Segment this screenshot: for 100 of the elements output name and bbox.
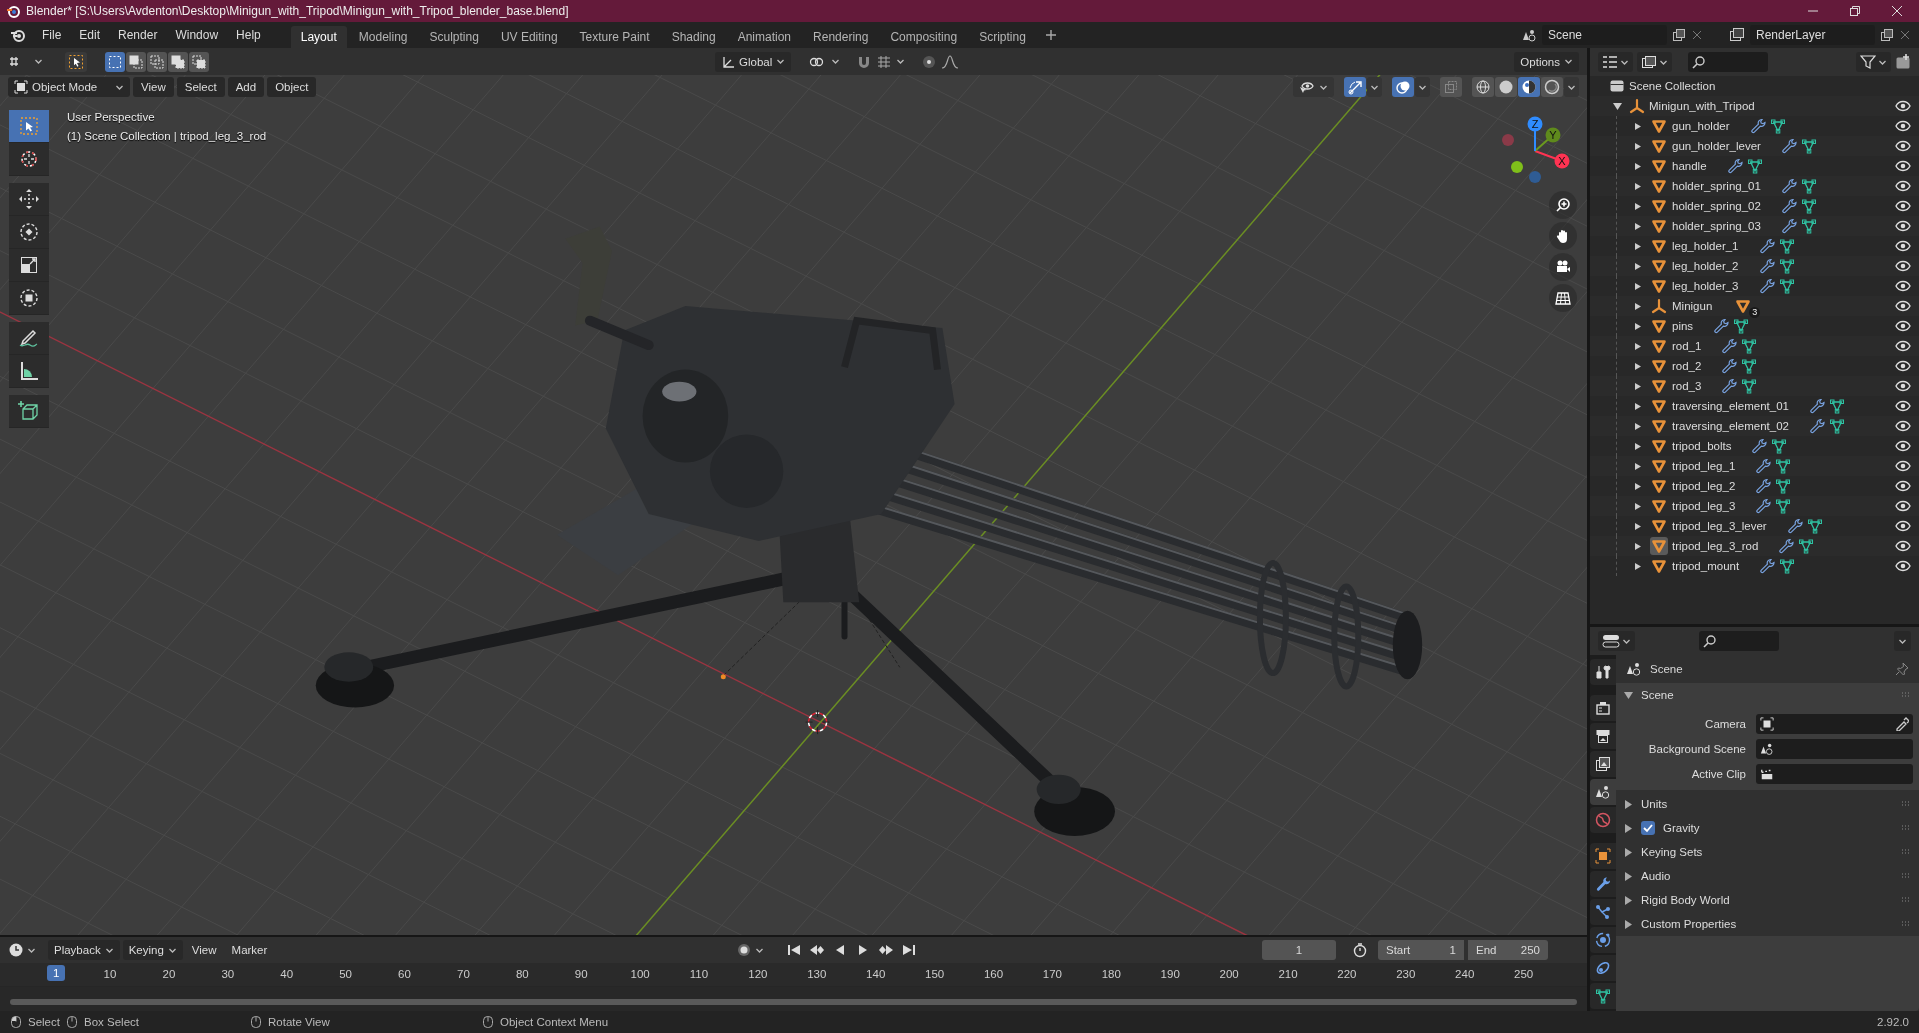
- frame-number: 90: [574, 968, 588, 981]
- menu-item[interactable]: File: [34, 25, 70, 45]
- field-label: Background Scene: [1647, 742, 1747, 755]
- outliner-item[interactable]: tripod_mount: [1672, 560, 1740, 572]
- outliner-item[interactable]: Minigun: [1672, 300, 1713, 312]
- outliner-item[interactable]: rod_3: [1672, 380, 1702, 392]
- outliner-item[interactable]: holder_spring_03: [1672, 220, 1761, 232]
- frame-number: 240: [1455, 968, 1475, 981]
- viewport-menu[interactable]: Select: [176, 77, 225, 97]
- outliner-item[interactable]: pins: [1672, 320, 1694, 332]
- timeline-menu[interactable]: Playback: [48, 940, 120, 961]
- frame-number: 150: [925, 968, 945, 981]
- menu-item[interactable]: Window: [167, 25, 227, 45]
- timeline-menu[interactable]: Marker: [225, 940, 274, 961]
- options-dropdown[interactable]: Options: [1514, 51, 1579, 72]
- panel-title[interactable]: Keying Sets: [1641, 846, 1703, 858]
- playhead[interactable]: 1: [47, 965, 66, 982]
- outliner-item[interactable]: traversing_element_01: [1672, 400, 1789, 412]
- outliner-item[interactable]: tripod_leg_3_rod: [1672, 540, 1759, 552]
- workspace-tab[interactable]: Rendering: [803, 26, 879, 48]
- frame-number: 50: [339, 968, 352, 981]
- outliner-item[interactable]: tripod_leg_2: [1672, 480, 1736, 492]
- workspace-tab[interactable]: Texture Paint: [569, 26, 660, 48]
- scene-selector[interactable]: Scene: [1542, 25, 1667, 45]
- frame-number: 130: [807, 968, 827, 981]
- field-label: Active Clip: [1690, 767, 1747, 780]
- outliner-item[interactable]: gun_holder_lever: [1672, 140, 1761, 152]
- outliner-item[interactable]: leg_holder_2: [1672, 260, 1739, 272]
- workspace-tab[interactable]: Scripting: [969, 26, 1036, 48]
- frame-number: 230: [1396, 968, 1416, 981]
- viewport-menu[interactable]: Object: [267, 77, 317, 97]
- start-frame-field[interactable]: Start 1: [1378, 940, 1464, 961]
- outliner-item[interactable]: tripod_leg_3: [1672, 500, 1736, 512]
- panel-title[interactable]: Rigid Body World: [1641, 894, 1730, 906]
- frame-number: 180: [1101, 968, 1121, 981]
- orientation-dropdown[interactable]: Global: [715, 51, 792, 72]
- navigation-gizmo[interactable]: X Y Z: [1490, 116, 1580, 191]
- panel-title[interactable]: Gravity: [1663, 822, 1700, 834]
- workspace-tab[interactable]: Compositing: [880, 26, 968, 48]
- frame-number: 20: [162, 968, 176, 981]
- outliner-item[interactable]: gun_holder: [1672, 120, 1730, 132]
- end-value: 250: [1520, 944, 1540, 957]
- frame-number: 60: [398, 968, 411, 981]
- workspace-tab[interactable]: Animation: [727, 26, 802, 48]
- end-frame-field[interactable]: End 250: [1468, 940, 1548, 961]
- timeline-menu[interactable]: View: [185, 940, 223, 961]
- panel-title[interactable]: Scene: [1641, 689, 1674, 701]
- view-layer-selector[interactable]: RenderLayer: [1750, 25, 1875, 45]
- frame-number: 220: [1337, 968, 1357, 981]
- frame-number: 120: [748, 968, 768, 981]
- menu-item[interactable]: Render: [110, 25, 166, 45]
- mode-dropdown[interactable]: Object Mode: [8, 77, 130, 97]
- frame-number: 210: [1278, 968, 1298, 981]
- frame-number: 70: [457, 968, 470, 981]
- workspace-tab[interactable]: Layout: [290, 26, 347, 48]
- end-label: End: [1476, 944, 1497, 957]
- frame-number: 30: [221, 968, 235, 981]
- outliner-item[interactable]: leg_holder_1: [1672, 240, 1739, 252]
- view-name: User Perspective: [67, 110, 156, 125]
- outliner-item[interactable]: tripod_leg_1: [1672, 460, 1736, 472]
- viewport-menu[interactable]: View: [133, 77, 174, 97]
- outliner-item[interactable]: handle: [1672, 160, 1707, 172]
- workspace-tab[interactable]: UV Editing: [490, 26, 568, 48]
- outliner-item[interactable]: holder_spring_02: [1672, 200, 1761, 212]
- frame-number: 10: [103, 968, 117, 981]
- frame-number: 250: [1514, 968, 1534, 981]
- menu-item[interactable]: Edit: [71, 25, 109, 45]
- view-context: (1) Scene Collection | tripod_leg_3_rod: [67, 129, 267, 144]
- outliner-item[interactable]: holder_spring_01: [1672, 180, 1761, 192]
- outliner-item[interactable]: Scene Collection: [1629, 80, 1716, 92]
- outliner-item[interactable]: rod_2: [1672, 360, 1702, 372]
- workspace-tab[interactable]: Sculpting: [419, 26, 489, 48]
- timeline-menu[interactable]: Keying: [122, 940, 183, 961]
- frame-number: 190: [1160, 968, 1180, 981]
- workspace-tab[interactable]: Modeling: [348, 26, 418, 48]
- panel-title[interactable]: Custom Properties: [1641, 918, 1737, 930]
- outliner-item[interactable]: traversing_element_02: [1672, 420, 1789, 432]
- frame-number: 40: [280, 968, 294, 981]
- frame-number: 100: [630, 968, 650, 981]
- current-frame-field[interactable]: 1: [1262, 940, 1336, 961]
- frame-number: 170: [1042, 968, 1062, 981]
- frame-number: 200: [1219, 968, 1239, 981]
- workspace-tab[interactable]: Shading: [661, 26, 726, 48]
- window-title: Blender* [S:\Users\Avdenton\Desktop\Minigun_with_Tripod\Minigun_with_Tripod_blender_base.blend]: [26, 4, 570, 18]
- child-count-badge: 3: [1749, 307, 1761, 318]
- outliner-item[interactable]: leg_holder_3: [1672, 280, 1739, 292]
- outliner-item[interactable]: tripod_bolts: [1672, 440, 1732, 452]
- context-path: Scene: [1650, 663, 1683, 675]
- outliner-item[interactable]: Minigun_with_Tripod: [1649, 100, 1755, 112]
- start-label: Start: [1386, 944, 1411, 957]
- menu-item[interactable]: Help: [228, 25, 269, 45]
- viewport-menu[interactable]: Add: [227, 77, 265, 97]
- status-hint: Rotate View: [268, 1016, 330, 1028]
- outliner-item[interactable]: tripod_leg_3_lever: [1672, 520, 1767, 532]
- field-label: Camera: [1704, 717, 1747, 730]
- frame-number: 80: [515, 968, 529, 981]
- outliner-item[interactable]: rod_1: [1672, 340, 1702, 352]
- status-hint: Object Context Menu: [500, 1016, 609, 1028]
- panel-title[interactable]: Units: [1641, 798, 1668, 810]
- panel-title[interactable]: Audio: [1641, 870, 1671, 882]
